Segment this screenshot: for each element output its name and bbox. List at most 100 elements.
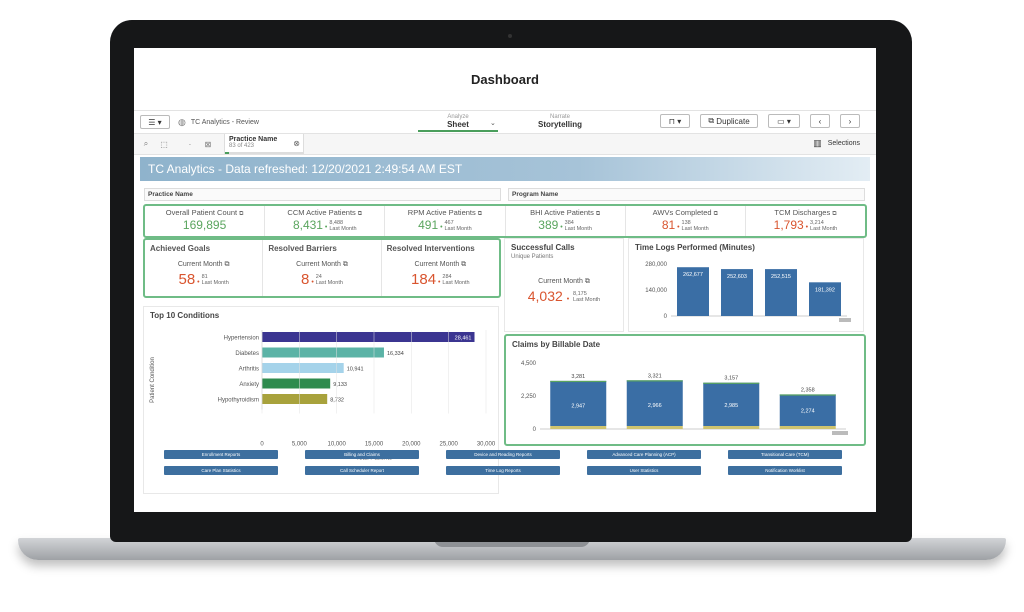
report-nav-row-2: Care Plan Statistics Call Scheduler Repor… — [164, 466, 864, 476]
kpi-label: CCM Active Patients ⧉ — [265, 208, 384, 218]
refresh-banner: TC Analytics - Data refreshed: 12/20/202… — [140, 157, 870, 181]
close-icon[interactable]: ⊗ — [293, 139, 300, 148]
timelogs-tick: 0 — [664, 314, 668, 320]
nav-button[interactable]: Care Plan Statistics — [164, 466, 278, 475]
selections-button[interactable]: ▥ Selections — [813, 138, 860, 149]
program-name-filter[interactable]: Program Name — [508, 188, 865, 201]
kpi-4: AWVs Completed ⧉ 81 • 138 Last Month — [626, 206, 746, 236]
external-link-icon[interactable]: ⧉ — [714, 211, 718, 217]
top10-category: Diabetes — [235, 351, 259, 357]
lasso-icon[interactable]: ⬚ — [158, 138, 170, 150]
tab-analyze-sheet[interactable]: Analyze Sheet — [418, 113, 498, 132]
bookmark-button[interactable]: ⊓ ▾ — [660, 114, 690, 128]
selection-chip-practice-name[interactable]: Practice Name 83 of 423 ⊗ — [224, 134, 304, 154]
top10-bar-label: 28,461 — [455, 336, 472, 342]
goals-panel: Achieved Goals Current Month ⧉ 58 • 81 Last… — [143, 238, 501, 298]
top10-category: Anxiety — [239, 382, 259, 388]
claims-inner-label: 2,947 — [571, 403, 585, 409]
goal-value: 58 — [178, 271, 196, 288]
kpi-0: Overall Patient Count ⧉ 169,895 — [145, 206, 266, 236]
timelogs-bar-label: 252,603 — [727, 274, 747, 280]
kpi-label-text: Overall Patient Count — [165, 208, 238, 217]
smart-search-icon[interactable]: ⌕ — [140, 138, 152, 150]
chip-progress — [225, 152, 303, 154]
top10-bar — [262, 332, 475, 342]
top10-category: Hypothyroidism — [218, 398, 259, 404]
next-sheet-button[interactable]: › — [840, 114, 860, 128]
app-name[interactable]: ◍ TC Analytics - Review — [178, 117, 259, 128]
calls-subtitle: Unique Patients — [511, 254, 554, 260]
nav-button[interactable]: Call Scheduler Report — [305, 466, 419, 475]
goal-title: Achieved Goals — [150, 244, 211, 253]
duplicate-label: Duplicate — [716, 116, 750, 126]
selections-label: Selections — [827, 140, 860, 147]
external-link-icon[interactable]: ⧉ — [341, 261, 348, 268]
claims-top-segment — [626, 380, 683, 382]
chevron-left-icon: ‹ — [818, 116, 822, 126]
claims-base-segment — [703, 426, 760, 429]
kpi-comparison: 467 Last Month — [445, 220, 472, 232]
previous-sheet-button[interactable]: ‹ — [810, 114, 830, 128]
goal-value-row: 58 • 81 Last Month — [145, 271, 262, 288]
external-link-icon[interactable]: ⧉ — [239, 211, 243, 217]
timelogs-scrollbar — [839, 318, 851, 322]
claims-title: Claims by Billable Date — [512, 340, 601, 349]
external-link-icon[interactable]: ⧉ — [596, 211, 600, 217]
nav-button[interactable]: Device and Reading Reports — [446, 450, 560, 459]
claims-chart: 4,500 2,250 0 3,281 2,947 3,321 2,966 3,157 2,98… — [521, 361, 848, 435]
nav-button[interactable]: Time Log Reports — [446, 466, 560, 475]
goal-prev-label: Last Month — [201, 280, 229, 287]
kpi-prev-label: Last Month — [329, 225, 357, 232]
kpi-prev-label: Last Month — [681, 225, 709, 232]
practice-name-filter[interactable]: Practice Name — [144, 188, 501, 201]
duplicate-button[interactable]: ⧉ Duplicate — [700, 114, 758, 128]
nav-button[interactable]: Advanced Care Planning (ACP) — [587, 450, 701, 459]
kpi-comparison: 384 Last Month — [565, 220, 592, 232]
kpi-label: TCM Discharges ⧉ — [746, 208, 865, 218]
present-button[interactable]: ▭ ▾ — [768, 114, 800, 128]
calls-title: Successful Calls — [511, 243, 575, 252]
nav-button[interactable]: Billing and Claims — [305, 450, 419, 459]
nav-button[interactable]: Enrollment Reports — [164, 450, 278, 459]
top10-category: Arthritis — [239, 367, 259, 373]
nav-button[interactable]: User Statistics — [587, 466, 701, 475]
nav-button[interactable]: Notification Worklist — [728, 466, 842, 475]
kpi-value: 491 — [418, 218, 439, 232]
kpi-5: TCM Discharges ⧉ 1,793 • 3,214 Last Month — [746, 206, 865, 236]
goal-comparison: 81 Last Month — [202, 274, 229, 286]
top10-bar — [262, 347, 384, 358]
kpi-label-text: CCM Active Patients — [287, 208, 356, 217]
external-link-icon[interactable]: ⧉ — [585, 278, 590, 285]
app-name-label: TC Analytics - Review — [190, 118, 259, 126]
claims-total-label: 2,358 — [801, 387, 815, 393]
kpi-prev-label: Last Month — [444, 225, 472, 232]
timelogs-bar-label: 181,392 — [815, 287, 835, 293]
external-link-icon[interactable]: ⧉ — [358, 211, 362, 217]
external-link-icon[interactable]: ⧉ — [832, 211, 836, 217]
goal-prev-label: Last Month — [315, 280, 343, 287]
external-link-icon[interactable]: ⧉ — [478, 211, 482, 217]
clear-selections-icon[interactable]: ⊠ — [202, 138, 214, 150]
nav-button[interactable]: Transitional Care (TCM) — [728, 450, 842, 459]
claims-inner-label: 2,985 — [724, 403, 738, 409]
timelogs-bar-label: 252,515 — [771, 274, 791, 280]
external-link-icon[interactable]: ⧉ — [223, 261, 230, 268]
kpi-value-row: 8,431 • 8,488 Last Month — [265, 218, 384, 232]
step-back-icon[interactable]: · — [184, 138, 196, 150]
kpi-label-text: AWVs Completed — [652, 208, 712, 217]
goal-cm-label: Current Month — [177, 261, 223, 268]
tab-narrate-storytelling[interactable]: Narrate Storytelling — [524, 113, 596, 129]
kpi-comparison: 3,214 Last Month — [810, 220, 837, 232]
menu-button[interactable]: ☰ ▾ — [140, 115, 170, 129]
top10-xtick: 25,000 — [439, 442, 458, 448]
top10-chart: Patient Condition Hypertension 28,461 Diabe… — [150, 330, 496, 462]
claims-inner-label: 2,274 — [801, 408, 815, 414]
chevron-down-icon[interactable]: ⌄ — [490, 119, 496, 127]
kpi-comparison: 8,488 Last Month — [329, 220, 356, 232]
kpi-value-row: 81 • 138 Last Month — [626, 218, 745, 232]
kpi-3: BHI Active Patients ⧉ 389 • 384 Last Month — [506, 206, 626, 236]
external-link-icon[interactable]: ⧉ — [459, 261, 466, 268]
kpi-label-text: TCM Discharges — [774, 208, 831, 217]
top10-bar-label: 10,941 — [347, 367, 364, 373]
kpi-2: RPM Active Patients ⧉ 491 • 467 Last Month — [385, 206, 506, 236]
